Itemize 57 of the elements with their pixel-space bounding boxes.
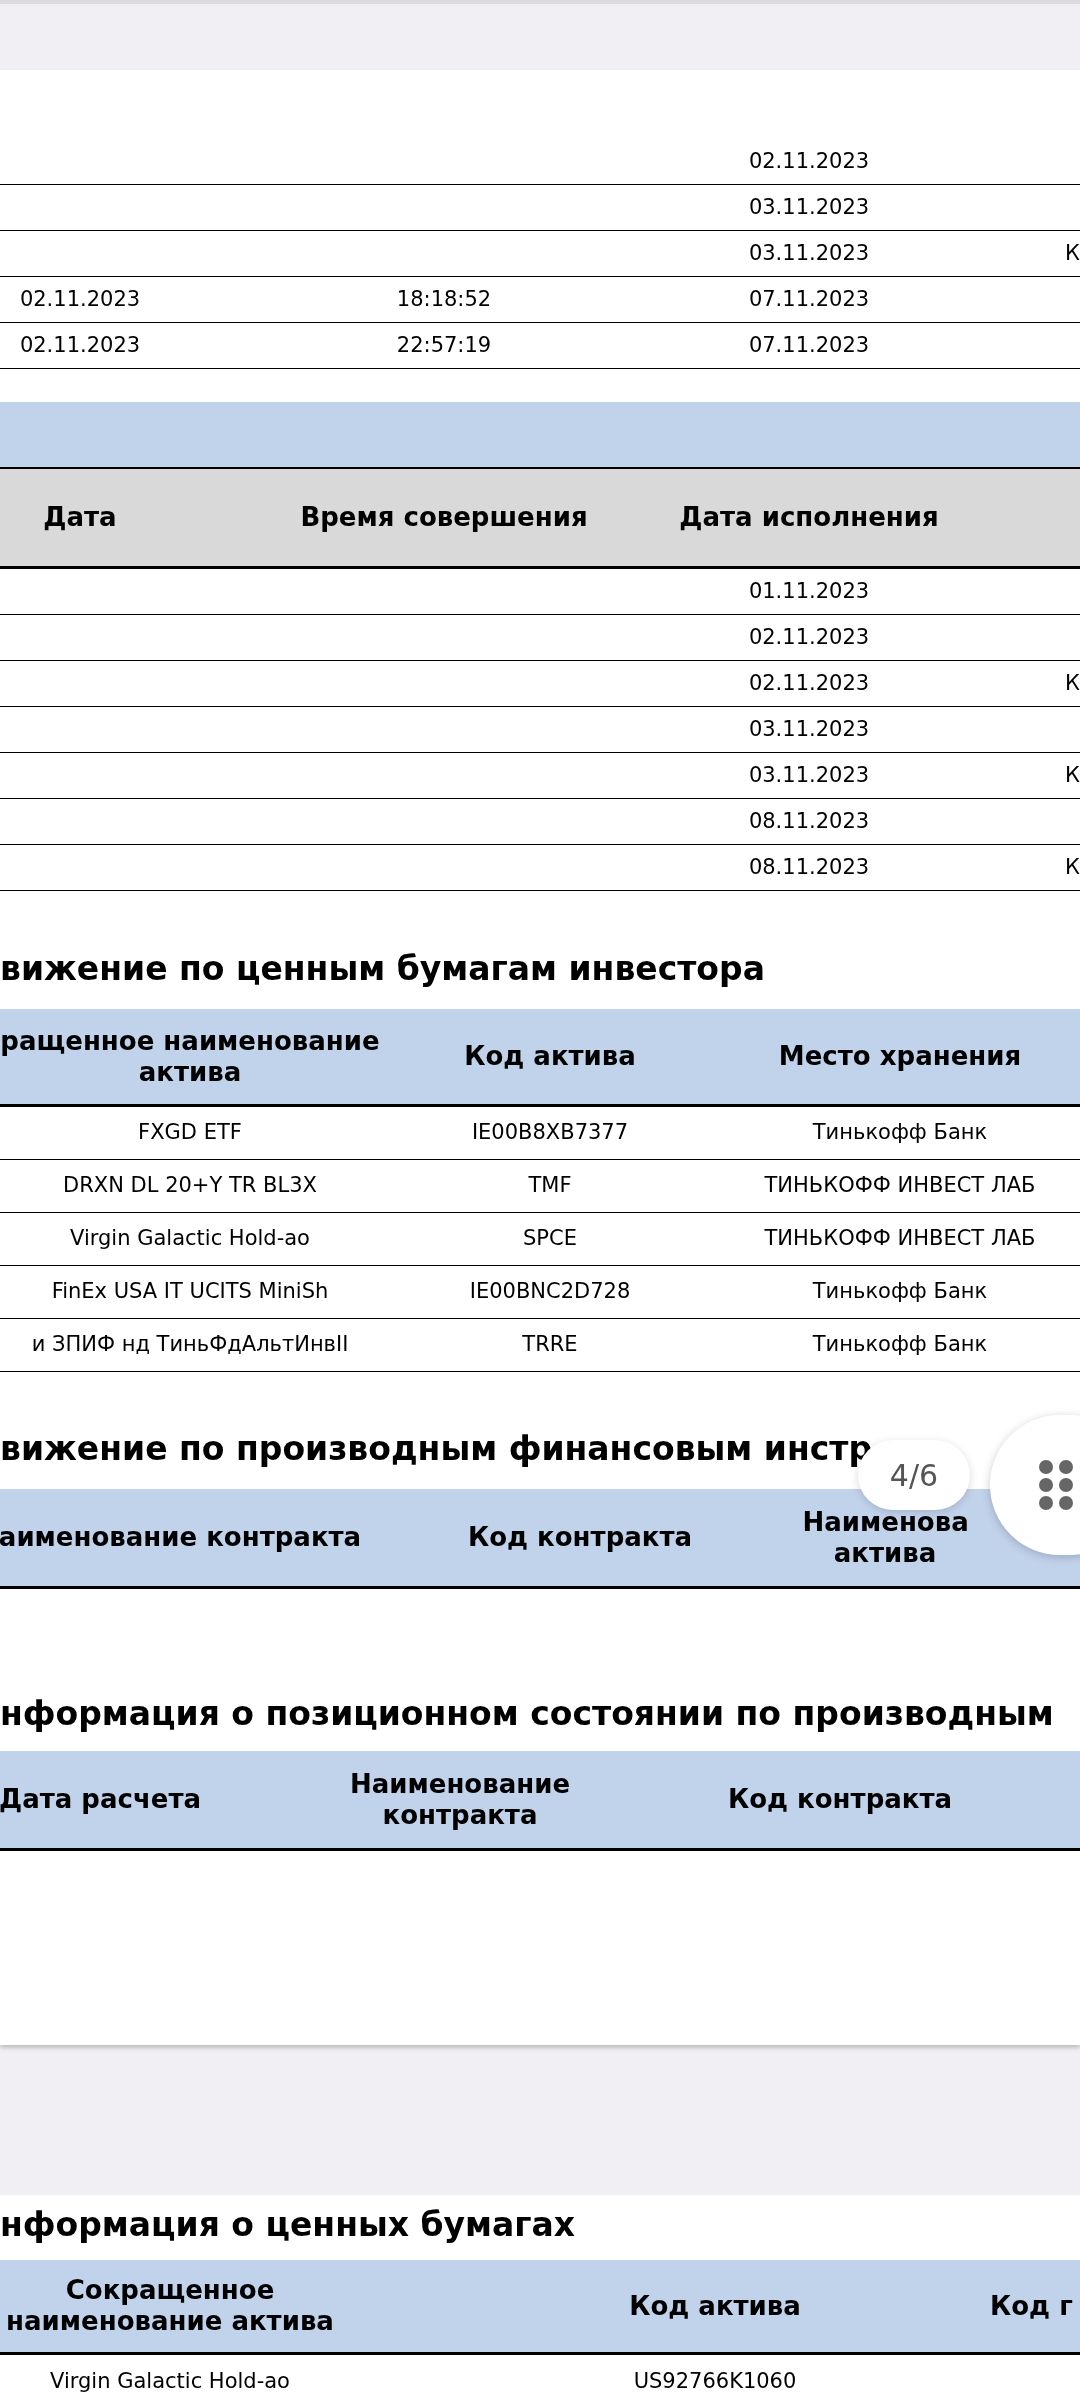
column-header: Наименование контракта xyxy=(348,1768,572,1831)
table-cell-text: TMF xyxy=(528,1172,572,1200)
table-cell-text: К xyxy=(1065,853,1080,881)
column-header: Код актива xyxy=(629,2289,801,2323)
table-cell-text: 02.11.2023 xyxy=(748,147,870,175)
table-cell-text: 03.11.2023 xyxy=(748,715,870,743)
table-cell-text: US92766K1060 xyxy=(633,2367,797,2395)
section-title: нформация о ценных бумагах xyxy=(0,2204,576,2247)
table-cell-text: IE00BNC2D728 xyxy=(469,1278,631,1306)
table-cell-text: Тинькофф Банк xyxy=(812,1331,988,1359)
column-header: аименование контракта xyxy=(0,1522,362,1553)
table-cell-text: FXGD ETF xyxy=(138,1119,242,1147)
table-cell-text: TRRE xyxy=(522,1331,578,1359)
column-header: ращенное наименование актива xyxy=(0,1025,380,1088)
table-cell-text: 02.11.2023 xyxy=(19,331,141,359)
column-header: Код актива xyxy=(464,1041,636,1072)
table-cell-text: Virgin Galactic Hold-ao xyxy=(50,2367,290,2395)
table-cell-text: 02.11.2023 xyxy=(748,623,870,651)
section-title: вижение по производным финансовым инстр xyxy=(0,1428,873,1471)
table-cell-text: 07.11.2023 xyxy=(748,285,870,313)
column-header: Код контракта xyxy=(467,1522,693,1553)
table-cell-text: 07.11.2023 xyxy=(748,331,870,359)
table-cell-text: 01.11.2023 xyxy=(748,577,870,605)
table-cell-text: 03.11.2023 xyxy=(748,193,870,221)
table-cell-text: SPCE xyxy=(523,1225,577,1253)
table-cell-text: Virgin Galactic Hold-ao xyxy=(70,1225,310,1253)
column-header: Наименова актива xyxy=(802,1506,968,1569)
table-cell-text: DRXN DL 20+Y TR BL3X xyxy=(63,1172,317,1200)
column-header: Сокращенное наименование актива xyxy=(5,2275,335,2337)
table-cell-text: 02.11.2023 xyxy=(748,669,870,697)
table-cell-text: 08.11.2023 xyxy=(748,807,870,835)
table-cell-text: IE00B8XB7377 xyxy=(471,1119,629,1147)
table-cell-text: К xyxy=(1065,669,1080,697)
table-cell-text: 08.11.2023 xyxy=(748,853,870,881)
column-header: Дата исполнения xyxy=(679,502,939,533)
column-header: Дата xyxy=(43,502,117,533)
table-cell-text: Тинькофф Банк xyxy=(812,1278,988,1306)
table-cell-text: 03.11.2023 xyxy=(748,761,870,789)
section-title: вижение по ценным бумагам инвестора xyxy=(0,948,765,991)
table-cell-text: К xyxy=(1065,239,1080,267)
table-cell-text: К xyxy=(1065,761,1080,789)
table-cell-text: ТИНЬКОФФ ИНВЕСТ ЛАБ xyxy=(764,1172,1036,1200)
table-cell-text: Тинькофф Банк xyxy=(812,1119,988,1147)
table-cell-text: 03.11.2023 xyxy=(748,239,870,267)
table-cell-text: 02.11.2023 xyxy=(19,285,141,313)
column-header: Время совершения xyxy=(300,502,588,533)
table-cell-text: и ЗПИФ нд ТиньФдАльтИнвII xyxy=(31,1331,349,1359)
column-header: Дата расчета xyxy=(0,1784,202,1815)
column-header: Код г xyxy=(990,2290,1073,2321)
table-cell-text: FinEx USA IT UCITS MiniSh xyxy=(51,1278,329,1306)
column-header: Место хранения xyxy=(778,1041,1022,1072)
table-cell-text: 18:18:52 xyxy=(396,285,492,313)
table-cell-text: ТИНЬКОФФ ИНВЕСТ ЛАБ xyxy=(764,1225,1036,1253)
drag-handle-icon xyxy=(1038,1459,1074,1511)
table-cell-text: 22:57:19 xyxy=(396,331,492,359)
section-title: нформация о позиционном состоянии по производным xyxy=(0,1693,1054,1736)
column-header: Код контракта xyxy=(727,1784,953,1815)
